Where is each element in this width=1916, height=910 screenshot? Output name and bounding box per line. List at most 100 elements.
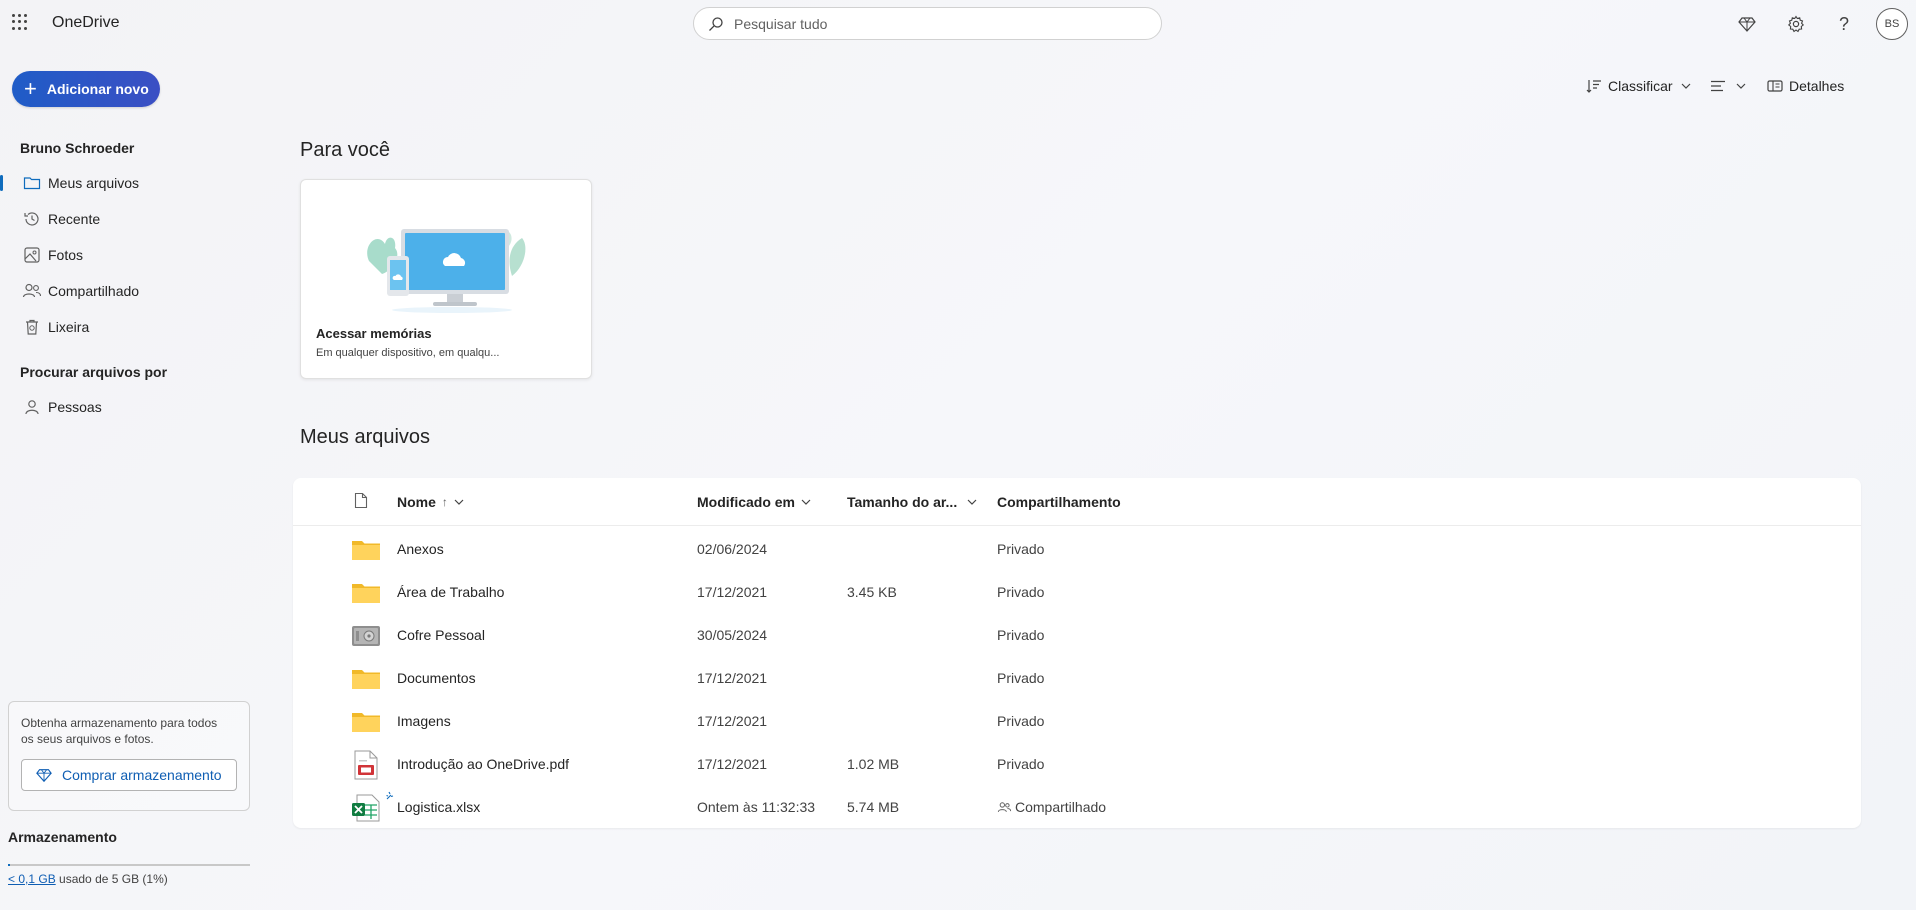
column-name-label: Nome [397,494,436,510]
sidebar-item-label: Fotos [48,247,84,263]
sidebar-item-trash[interactable]: Lixeira [0,311,250,343]
file-sharing: Privado [997,670,1045,686]
search-icon [709,16,723,31]
storage-title: Armazenamento [8,829,117,845]
details-button[interactable]: Detalhes [1767,78,1844,94]
file-sharing: Privado [997,627,1045,643]
file-row-introducao-pdf[interactable]: Introdução ao OneDrive.pdf 17/12/2021 1.… [293,744,1861,787]
sidebar-item-label: Lixeira [48,319,90,335]
file-modified: 17/12/2021 [697,584,768,600]
file-modified: 17/12/2021 [697,713,768,729]
column-size-label: Tamanho do ar... [847,494,958,510]
file-name[interactable]: Introdução ao OneDrive.pdf [397,756,569,772]
card-title: Acessar memórias [316,326,432,341]
column-header-name[interactable]: Nome ↑ [397,494,466,510]
buy-storage-button[interactable]: Comprar armazenamento [21,759,237,791]
card-subtitle: Em qualquer dispositivo, em qualqu... [316,347,500,359]
top-bar: OneDrive ? BS [0,0,1916,48]
chevron-down-icon [1736,83,1746,89]
details-pane-icon [1767,80,1783,92]
for-you-title: Para você [300,139,391,161]
avatar[interactable]: BS [1876,8,1908,40]
sort-ascending-icon: ↑ [441,495,448,509]
file-modified: 17/12/2021 [697,756,768,772]
file-row-anexos[interactable]: Anexos 02/06/2024 Privado [293,529,1861,572]
file-sharing: Privado [997,713,1045,729]
add-new-button[interactable]: + Adicionar novo [12,71,160,107]
shared-people-icon [997,801,1012,812]
folder-icon [352,584,380,603]
file-size: 3.45 KB [847,584,897,600]
devices-cloud-illustration [367,229,526,313]
user-name: Bruno Schroeder [20,140,135,156]
file-name[interactable]: Imagens [397,713,451,729]
file-modified: 30/05/2024 [697,627,768,643]
files-list: Nome ↑ Modificado em Tamanho do ar... Co… [293,478,1861,828]
column-header-sharing[interactable]: Compartilhamento [997,494,1121,510]
sidebar-item-label: Compartilhado [48,283,140,299]
file-name[interactable]: Área de Trabalho [397,584,504,600]
file-row-documentos[interactable]: Documentos 17/12/2021 Privado [293,658,1861,701]
pdf-file-icon [354,750,378,780]
my-files-title: Meus arquivos [300,426,431,448]
file-row-logistica-xlsx[interactable]: Logistica.xlsx Ontem às 11:32:33 5.74 MB… [293,787,1861,830]
file-name[interactable]: Anexos [397,541,444,557]
sidebar-item-label: Recente [48,211,101,227]
storage-promo-text: Obtenha armazenamento para todos os seus… [21,716,218,746]
storage-used-link[interactable]: < 0,1 GB [8,872,56,886]
search-input[interactable] [734,15,1134,32]
sidebar-item-my-files[interactable]: Meus arquivos [0,167,250,199]
file-name[interactable]: Cofre Pessoal [397,627,485,643]
add-new-label: Adicionar novo [46,81,149,97]
column-header-size[interactable]: Tamanho do ar... [847,494,979,510]
excel-file-icon [352,794,380,822]
file-modified: 17/12/2021 [697,670,768,686]
sidebar-item-label: Meus arquivos [48,175,140,191]
file-sharing: Privado [997,541,1045,557]
buy-storage-label: Comprar armazenamento [62,767,222,783]
app-title[interactable]: OneDrive [52,14,120,32]
file-sharing: Privado [997,756,1045,772]
file-type-column-icon[interactable] [354,492,368,509]
sidebar-item-shared[interactable]: Compartilhado [0,275,250,307]
history-icon [22,209,42,229]
storage-promo-box: Obtenha armazenamento para todos os seus… [8,701,250,811]
chevron-down-icon [967,499,977,505]
file-sharing: Compartilhado [1015,799,1107,815]
column-sharing-label: Compartilhamento [997,494,1121,510]
file-row-imagens[interactable]: Imagens 17/12/2021 Privado [293,701,1861,744]
app-launcher-icon[interactable] [12,14,28,30]
diamond-icon [36,769,52,783]
sidebar-item-photos[interactable]: Fotos [0,239,250,271]
browse-by-label: Procurar arquivos por [20,364,168,380]
file-modified: 02/06/2024 [697,541,768,557]
search-box[interactable] [693,7,1162,40]
file-size: 1.02 MB [847,756,900,772]
column-header-modified[interactable]: Modificado em [697,494,813,510]
file-size: 5.74 MB [847,799,900,815]
sort-label: Classificar [1608,78,1673,94]
file-sharing-cell: Compartilhado [997,799,1106,815]
details-label: Detalhes [1789,78,1845,94]
file-sharing: Privado [997,584,1045,600]
sidebar-item-people[interactable]: Pessoas [0,391,250,423]
trash-icon [22,317,42,337]
settings-gear-icon[interactable] [1784,12,1808,36]
file-name[interactable]: Documentos [397,670,476,686]
chevron-down-icon [801,499,811,505]
premium-diamond-icon[interactable] [1735,12,1759,36]
chevron-down-icon [454,499,464,505]
chevron-down-icon [1681,83,1691,89]
file-row-cofre-pessoal[interactable]: Cofre Pessoal 30/05/2024 Privado [293,615,1861,658]
sort-button[interactable]: Classificar [1586,78,1699,94]
plus-icon: + [24,76,37,101]
file-name[interactable]: Logistica.xlsx [397,799,480,815]
help-question-icon[interactable]: ? [1832,12,1856,36]
view-options-button[interactable] [1710,78,1754,94]
storage-progress-bar [8,864,250,866]
file-modified: Ontem às 11:32:33 [697,799,816,815]
memories-card[interactable]: Acessar memórias Em qualquer dispositivo… [300,179,592,379]
sidebar-item-recent[interactable]: Recente [0,203,250,235]
vault-icon [352,626,380,646]
file-row-area-de-trabalho[interactable]: Área de Trabalho 17/12/2021 3.45 KB Priv… [293,572,1861,615]
